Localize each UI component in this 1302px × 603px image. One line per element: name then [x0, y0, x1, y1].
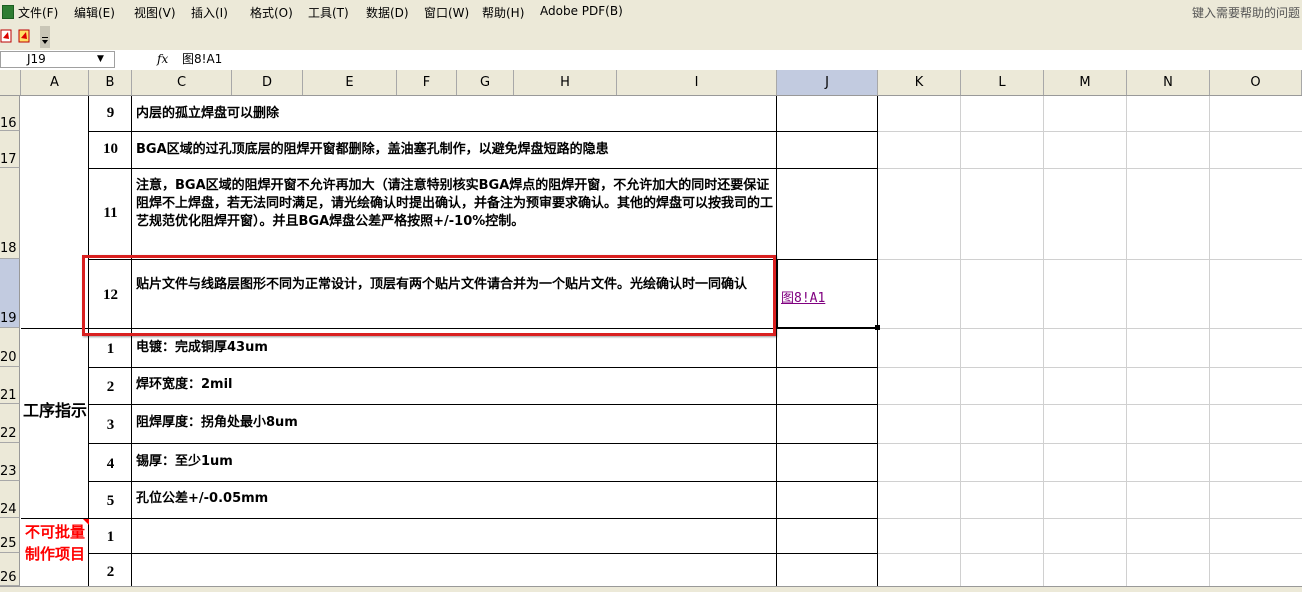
row-header-26[interactable]: 26 [0, 553, 20, 586]
menu-format[interactable]: 格式(O) [250, 4, 293, 21]
section-label-process: 工序指示 [22, 401, 87, 420]
item-number[interactable]: 2 [89, 553, 132, 586]
help-search-input[interactable]: 键入需要帮助的问题 [1192, 4, 1300, 21]
menu-window[interactable]: 窗口(W) [424, 4, 469, 21]
toolbar [0, 24, 1302, 50]
menu-edit[interactable]: 编辑(E) [74, 4, 115, 21]
col-header-g[interactable]: G [457, 70, 514, 95]
active-cell-border [777, 259, 878, 328]
item-text[interactable]: 注意，BGA区域的阻焊开窗不允许再加大（请注意特别核实BGA焊点的阻焊开窗，不允… [132, 177, 777, 259]
item-text[interactable]: BGA区域的过孔顶底层的阻焊开窗都删除，盖油塞孔制作，以避免焊盘短路的隐患 [132, 131, 777, 168]
row-header-25[interactable]: 25 [0, 518, 20, 553]
menu-adobe-pdf[interactable]: Adobe PDF(B) [540, 4, 623, 18]
column-headers: A B C D E F G H I J K L M N O [0, 70, 1302, 96]
col-header-h[interactable]: H [514, 70, 617, 95]
item-text[interactable]: 内层的孤立焊盘可以删除 [132, 96, 777, 131]
col-header-e[interactable]: E [303, 70, 397, 95]
fill-handle[interactable] [875, 325, 880, 330]
item-number[interactable]: 10 [89, 131, 132, 168]
col-header-a[interactable]: A [21, 70, 89, 95]
menu-bar: 文件(F) 编辑(E) 视图(V) 插入(I) 格式(O) 工具(T) 数据(D… [0, 0, 1302, 24]
col-header-k[interactable]: K [878, 70, 961, 95]
item-number[interactable]: 5 [89, 481, 132, 518]
excel-icon [2, 5, 14, 19]
menu-data[interactable]: 数据(D) [366, 4, 409, 21]
col-header-i[interactable]: I [617, 70, 777, 95]
sheet-tab-bar[interactable] [0, 586, 1302, 592]
row-header-20[interactable]: 20 [0, 328, 20, 367]
row-header-19[interactable]: 19 [0, 259, 20, 328]
item-number[interactable]: 4 [89, 443, 132, 481]
item-number[interactable]: 2 [89, 367, 132, 404]
formula-bar: J19 ▼ fx 图8!A1 [0, 50, 1302, 71]
col-header-m[interactable]: M [1044, 70, 1127, 95]
col-header-l[interactable]: L [961, 70, 1044, 95]
menu-file[interactable]: 文件(F) [18, 4, 58, 21]
row-header-24[interactable]: 24 [0, 481, 20, 518]
section-label-no-batch: 不可批量制作项目 [24, 523, 85, 563]
col-header-b[interactable]: B [89, 70, 132, 95]
select-all-corner[interactable] [0, 70, 21, 95]
row-header-22[interactable]: 22 [0, 404, 20, 443]
pdf-convert-icon[interactable] [0, 28, 16, 44]
formula-input[interactable]: 图8!A1 [178, 51, 1302, 68]
item-number[interactable]: 3 [89, 404, 132, 443]
fx-icon[interactable]: fx [157, 52, 168, 66]
col-header-n[interactable]: N [1127, 70, 1210, 95]
menu-insert[interactable]: 插入(I) [191, 4, 228, 21]
col-header-c[interactable]: C [132, 70, 232, 95]
highlight-annotation-box [82, 255, 776, 336]
name-box-dropdown-icon[interactable]: ▼ [97, 54, 104, 64]
item-text[interactable]: 孔位公差+/-0.05mm [132, 490, 777, 508]
menu-tools[interactable]: 工具(T) [308, 4, 349, 21]
menu-view[interactable]: 视图(V) [134, 4, 176, 21]
item-number[interactable]: 11 [89, 168, 132, 259]
item-text[interactable]: 电镀：完成铜厚43um [132, 339, 777, 357]
row-header-23[interactable]: 23 [0, 443, 20, 481]
item-number[interactable]: 1 [89, 518, 132, 553]
pdf-review-icon[interactable] [18, 28, 34, 44]
item-number[interactable]: 9 [89, 96, 132, 131]
row-header-18[interactable]: 18 [0, 168, 20, 259]
row-header-21[interactable]: 21 [0, 367, 20, 404]
toolbar-options-icon[interactable] [40, 26, 50, 48]
item-text[interactable]: 焊环宽度：2mil [132, 376, 777, 394]
col-header-d[interactable]: D [232, 70, 303, 95]
item-text[interactable]: 锡厚：至少1um [132, 453, 777, 471]
row-header-17[interactable]: 17 [0, 131, 20, 168]
row-header-16[interactable]: 16 [0, 96, 20, 131]
menu-help[interactable]: 帮助(H) [482, 4, 524, 21]
col-header-o[interactable]: O [1210, 70, 1302, 95]
item-text[interactable]: 阻焊厚度：拐角处最小8um [132, 414, 777, 432]
col-header-j[interactable]: J [777, 70, 878, 95]
col-header-f[interactable]: F [397, 70, 457, 95]
